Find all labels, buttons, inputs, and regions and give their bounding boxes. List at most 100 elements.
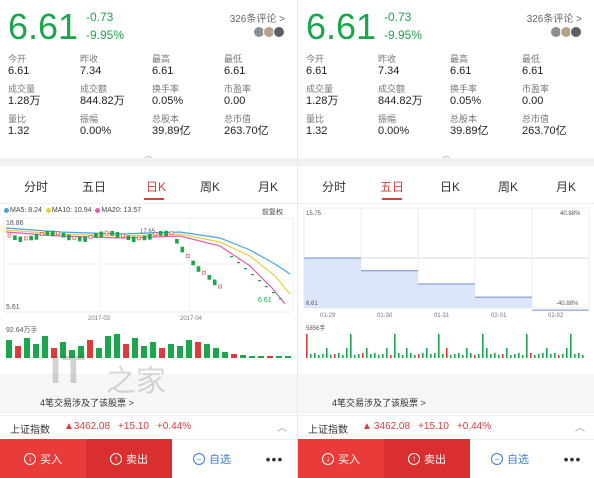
tab-monthly-k[interactable]: 月K bbox=[258, 178, 278, 195]
tab-intraday[interactable]: 分时 bbox=[322, 178, 346, 195]
candlestick bbox=[104, 230, 109, 235]
commenter-avatars[interactable] bbox=[550, 26, 582, 38]
y-low-label: 6.61 bbox=[306, 301, 318, 307]
candlestick bbox=[56, 231, 60, 235]
volume-bar bbox=[378, 355, 380, 358]
expand-index-icon[interactable]: ︿ bbox=[277, 419, 287, 434]
sell-button[interactable]: ↑ 卖出 bbox=[384, 439, 470, 478]
stat-cell: 量比 1.32 bbox=[306, 114, 378, 138]
candlestick bbox=[169, 231, 174, 236]
volume-bar bbox=[438, 334, 440, 358]
stat-cell: 量比 1.32 bbox=[8, 114, 80, 138]
volume-bar bbox=[132, 338, 138, 358]
stat-value: 1.32 bbox=[306, 125, 328, 137]
stat-value: 6.61 bbox=[152, 65, 174, 77]
x-label: 01-29 bbox=[320, 313, 336, 319]
volume-bar bbox=[482, 334, 484, 358]
commenter-avatars[interactable] bbox=[253, 26, 285, 38]
related-trades-link[interactable]: 4笔交易涉及了该股票 > bbox=[332, 396, 426, 409]
tab-five-day[interactable]: 五日 bbox=[380, 178, 404, 195]
more-button[interactable]: ••• bbox=[252, 439, 297, 478]
candlestick bbox=[202, 270, 206, 275]
stat-label: 最低 bbox=[224, 54, 243, 64]
divider bbox=[298, 158, 594, 166]
volume-bar bbox=[474, 355, 476, 358]
stat-label: 量比 bbox=[306, 114, 325, 124]
tab-daily-k[interactable]: 日K bbox=[146, 178, 166, 195]
stat-label: 今开 bbox=[306, 54, 325, 64]
volume-bar bbox=[346, 348, 348, 358]
stat-value: 0.00% bbox=[80, 125, 112, 137]
candlestick bbox=[142, 235, 147, 241]
tab-intraday[interactable]: 分时 bbox=[24, 178, 48, 195]
price-change: -0.73 bbox=[86, 10, 114, 24]
buy-button[interactable]: ↓ 买入 bbox=[298, 439, 384, 478]
candlestick bbox=[83, 236, 87, 242]
volume-bar bbox=[514, 354, 516, 358]
sell-button[interactable]: ↑ 卖出 bbox=[86, 439, 172, 478]
candlestick bbox=[50, 230, 55, 237]
stat-value: 7.34 bbox=[378, 65, 400, 77]
volume-bar bbox=[450, 355, 452, 358]
candlestick bbox=[88, 234, 93, 239]
candlestick bbox=[180, 246, 185, 253]
stat-label: 成交额 bbox=[80, 84, 108, 94]
sell-icon: ↑ bbox=[110, 452, 122, 465]
watchlist-button[interactable]: − 自选 bbox=[470, 439, 550, 478]
volume-bars bbox=[6, 334, 291, 358]
tab-weekly-k[interactable]: 周K bbox=[200, 178, 220, 195]
minus-icon: − bbox=[193, 453, 205, 465]
more-button[interactable]: ••• bbox=[550, 439, 594, 478]
stat-label: 成交额 bbox=[378, 84, 406, 94]
index-ticker[interactable]: 上证指数 ▲3462.08 +15.10 +0.44% ︿ bbox=[0, 415, 297, 437]
buy-label: 买入 bbox=[40, 453, 62, 466]
stat-label: 总市值 bbox=[522, 114, 550, 124]
candlestick bbox=[13, 235, 17, 240]
stat-value: 0.00 bbox=[224, 95, 246, 107]
tab-daily-k[interactable]: 日K bbox=[440, 178, 460, 195]
related-trades-link[interactable]: 4笔交易涉及了该股票 > bbox=[40, 396, 134, 409]
stat-value: 263.70亿 bbox=[224, 125, 269, 137]
volume-bar bbox=[418, 354, 420, 358]
x-label-2: 2017-04 bbox=[180, 316, 203, 322]
volume-bar bbox=[570, 334, 572, 358]
volume-bar bbox=[470, 353, 472, 358]
expand-index-icon[interactable]: ︿ bbox=[575, 419, 585, 434]
price-change-pct: -9.95% bbox=[384, 28, 423, 42]
candlestick bbox=[212, 279, 217, 286]
stat-label: 成交量 bbox=[8, 84, 36, 94]
x-axis-labels: 01-29 01-30 01-31 02-01 02-02 bbox=[320, 313, 564, 319]
y-low-label: 5.61 bbox=[6, 304, 20, 311]
candlestick bbox=[115, 232, 120, 238]
pct-low-label: -40.88% bbox=[556, 301, 579, 307]
tab-monthly-k[interactable]: 月K bbox=[556, 178, 576, 195]
volume-bar bbox=[574, 354, 576, 358]
x-label: 01-30 bbox=[377, 313, 393, 319]
tab-five-day[interactable]: 五日 bbox=[82, 178, 106, 195]
volume-bar bbox=[398, 353, 400, 358]
comments-link[interactable]: 326条评论 > bbox=[527, 10, 582, 25]
stat-cell: 成交额 844.82万 bbox=[80, 84, 152, 108]
stat-value: 39.89亿 bbox=[450, 125, 489, 137]
comments-link[interactable]: 326条评论 > bbox=[230, 10, 285, 25]
volume-bar bbox=[422, 353, 424, 358]
active-tab-indicator bbox=[382, 198, 402, 200]
watermark-logo: IT bbox=[50, 348, 86, 392]
volume-bar bbox=[510, 355, 512, 358]
stat-value: 39.89亿 bbox=[152, 125, 191, 137]
stat-label: 最高 bbox=[450, 54, 469, 64]
volume-bar bbox=[334, 354, 336, 358]
five-day-step bbox=[361, 270, 418, 308]
volume-bar bbox=[362, 353, 364, 358]
volume-bar bbox=[538, 354, 540, 358]
volume-bar bbox=[258, 356, 264, 358]
buy-button[interactable]: ↓ 买入 bbox=[0, 439, 86, 478]
tab-weekly-k[interactable]: 周K bbox=[498, 178, 518, 195]
index-name: 上证指数 bbox=[308, 425, 348, 436]
watchlist-button[interactable]: − 自选 bbox=[172, 439, 252, 478]
volume-bar bbox=[490, 354, 492, 358]
volume-bar bbox=[502, 354, 504, 358]
volume-bar bbox=[306, 334, 308, 358]
stat-value: 7.34 bbox=[80, 65, 102, 77]
index-ticker[interactable]: 上证指数 ▲3462.08 +15.10 +0.44% ︿ bbox=[298, 415, 594, 437]
